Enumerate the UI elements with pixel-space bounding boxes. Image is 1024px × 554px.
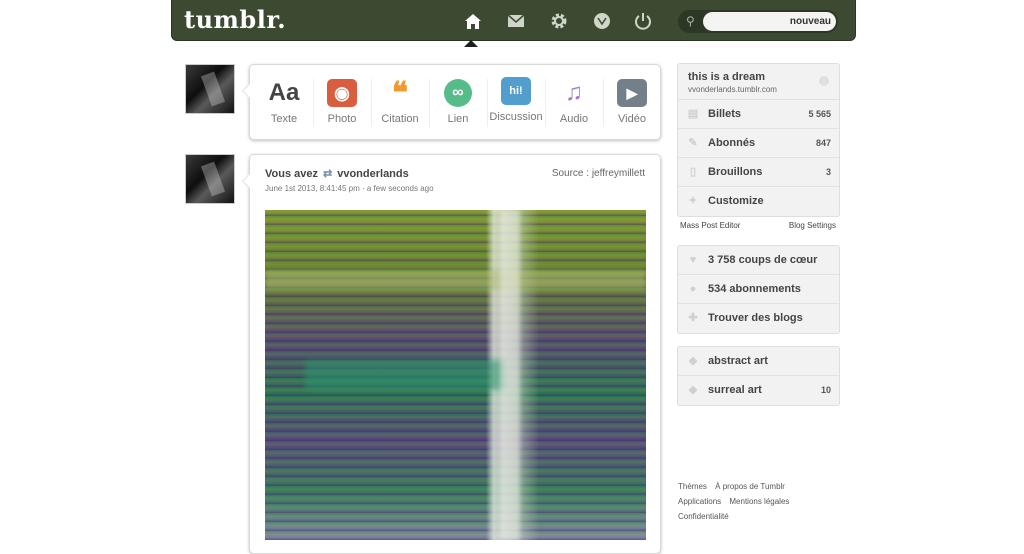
- blog-url[interactable]: vvonderlands.tumblr.com: [688, 85, 777, 94]
- reblog-source-link[interactable]: vvonderlands: [337, 168, 409, 180]
- post-type-label: Lien: [447, 113, 469, 125]
- video-camera-icon: ▶: [617, 79, 647, 107]
- post-header: Vous avez ⇄ vvonderlands: [265, 167, 409, 180]
- sidebar-item-label: Customize: [708, 195, 764, 207]
- post-source-link[interactable]: Source : jeffreymillett: [552, 168, 645, 179]
- paint-streak: [265, 270, 646, 290]
- heart-icon: ♥: [689, 254, 697, 266]
- post-type-label: Discussion: [489, 111, 543, 123]
- followers-icon: ✎: [688, 137, 698, 149]
- footer-link-themes[interactable]: Thèmes: [678, 482, 707, 491]
- post-card: Vous avez ⇄ vvonderlands June 1st 2013, 8:…: [242, 154, 661, 554]
- tumblr-logo[interactable]: tumblr.: [184, 5, 286, 34]
- blog-header[interactable]: this is a dream vvonderlands.tumblr.com: [678, 64, 839, 100]
- sidebar-item-label: Trouver des blogs: [708, 312, 803, 324]
- post-image[interactable]: [265, 210, 646, 540]
- tag-item[interactable]: ◆ surreal art 10: [678, 376, 839, 405]
- post-type-label: Citation: [381, 113, 419, 125]
- mail-icon[interactable]: [505, 10, 527, 32]
- wrench-icon: ✦: [688, 195, 698, 207]
- footer-links: Thèmes À propos de Tumblr Applications M…: [678, 479, 838, 524]
- post-type-photo[interactable]: ◉ Photo: [313, 65, 371, 141]
- post-type-label: Vidéo: [618, 113, 646, 125]
- activity-box: ♥ 3 758 coups de cœur ● 534 abonnements …: [677, 245, 840, 334]
- tag-label: surreal art: [708, 384, 762, 396]
- post-date: June 1st 2013, 8:41:45 pm · a few second…: [265, 184, 434, 193]
- post-relative-time: a few seconds ago: [366, 184, 434, 193]
- person-icon: ●: [689, 283, 697, 295]
- post-type-video[interactable]: ▶ Vidéo: [603, 65, 661, 141]
- camera-icon: ◉: [327, 79, 357, 107]
- sidebar-item-drafts[interactable]: ▯ Brouillons 3: [678, 158, 839, 187]
- post-type-label: Texte: [270, 113, 298, 125]
- footer-link-apps[interactable]: Applications: [678, 497, 721, 506]
- mass-post-editor-link[interactable]: Mass Post Editor: [680, 221, 740, 230]
- tag-item[interactable]: ◆ abstract art: [678, 347, 839, 376]
- sidebar-item-count: 5 565: [808, 109, 831, 119]
- explore-icon[interactable]: [591, 10, 613, 32]
- blog-stats-box: this is a dream vvonderlands.tumblr.com …: [677, 63, 840, 217]
- search-icon: ⚲: [686, 14, 695, 28]
- post-type-composer: Aa Texte ◉ Photo ❝ Citation ∞ Lien hi! D…: [242, 64, 661, 141]
- text-icon: Aa: [268, 79, 300, 106]
- post-type-label: Audio: [559, 113, 589, 125]
- footer-link-legal[interactable]: Mentions légales: [729, 497, 789, 506]
- sidebar-item-count: 847: [815, 138, 831, 148]
- post-type-audio[interactable]: ♫ Audio: [545, 65, 603, 141]
- search-box: ⚲: [678, 10, 838, 33]
- home-icon[interactable]: [462, 10, 484, 32]
- sidebar-item-likes[interactable]: ♥ 3 758 coups de cœur: [678, 246, 839, 275]
- sidebar-item-posts[interactable]: ▤ Billets 5 565: [678, 100, 839, 129]
- sidebar-item-label: 534 abonnements: [708, 283, 801, 295]
- avatar[interactable]: [185, 154, 235, 204]
- sidebar-item-customize[interactable]: ✦ Customize: [678, 187, 839, 216]
- post-type-chat[interactable]: hi! Discussion: [487, 65, 545, 141]
- quote-icon: ❝: [391, 76, 409, 110]
- post-timestamp: June 1st 2013, 8:41:45 pm: [265, 184, 360, 193]
- blog-sublinks: Mass Post Editor Blog Settings: [680, 221, 836, 230]
- document-icon: ▤: [687, 108, 699, 120]
- tracked-tags-box: ◆ abstract art ◆ surreal art 10: [677, 346, 840, 406]
- sidebar-item-label: Billets: [708, 108, 742, 120]
- footer-link-about[interactable]: À propos de Tumblr: [715, 482, 785, 491]
- active-nav-caret: [464, 40, 478, 47]
- sidebar-item-count: 3: [825, 167, 831, 177]
- chat-icon: hi!: [501, 77, 531, 105]
- tag-label: abstract art: [708, 355, 768, 367]
- sidebar-item-following[interactable]: ● 534 abonnements: [678, 275, 839, 304]
- search-input[interactable]: [703, 12, 836, 31]
- power-icon[interactable]: [632, 10, 654, 32]
- headphones-icon: ♫: [565, 79, 583, 106]
- tag-icon: ◆: [688, 355, 698, 367]
- add-person-icon: ✚: [688, 312, 698, 324]
- tag-count: 10: [820, 385, 831, 395]
- reblog-icon: ⇄: [323, 168, 333, 180]
- draft-icon: ▯: [689, 166, 697, 178]
- sidebar-item-followers[interactable]: ✎ Abonnés 847: [678, 129, 839, 158]
- post-type-quote[interactable]: ❝ Citation: [371, 65, 429, 141]
- avatar[interactable]: [185, 64, 235, 114]
- footer-link-privacy[interactable]: Confidentialité: [678, 512, 729, 521]
- sidebar-item-label: Brouillons: [708, 166, 763, 178]
- paint-streak: [500, 210, 520, 540]
- post-author[interactable]: Vous avez: [265, 168, 318, 180]
- blog-settings-link[interactable]: Blog Settings: [789, 221, 836, 230]
- blog-title[interactable]: this is a dream: [688, 71, 765, 83]
- post-type-label: Photo: [327, 113, 357, 125]
- sidebar-item-label: Abonnés: [708, 137, 756, 149]
- sidebar-item-find-blogs[interactable]: ✚ Trouver des blogs: [678, 304, 839, 333]
- blog-menu-icon[interactable]: [819, 76, 829, 86]
- link-icon: ∞: [444, 79, 472, 107]
- sidebar-item-label: 3 758 coups de cœur: [708, 254, 818, 266]
- post-type-link[interactable]: ∞ Lien: [429, 65, 487, 141]
- tag-icon: ◆: [688, 384, 698, 396]
- paint-streak: [305, 360, 505, 390]
- top-navbar: tumblr. ⚲: [171, 0, 856, 41]
- post-type-text[interactable]: Aa Texte: [255, 65, 313, 141]
- gear-icon[interactable]: [548, 10, 570, 32]
